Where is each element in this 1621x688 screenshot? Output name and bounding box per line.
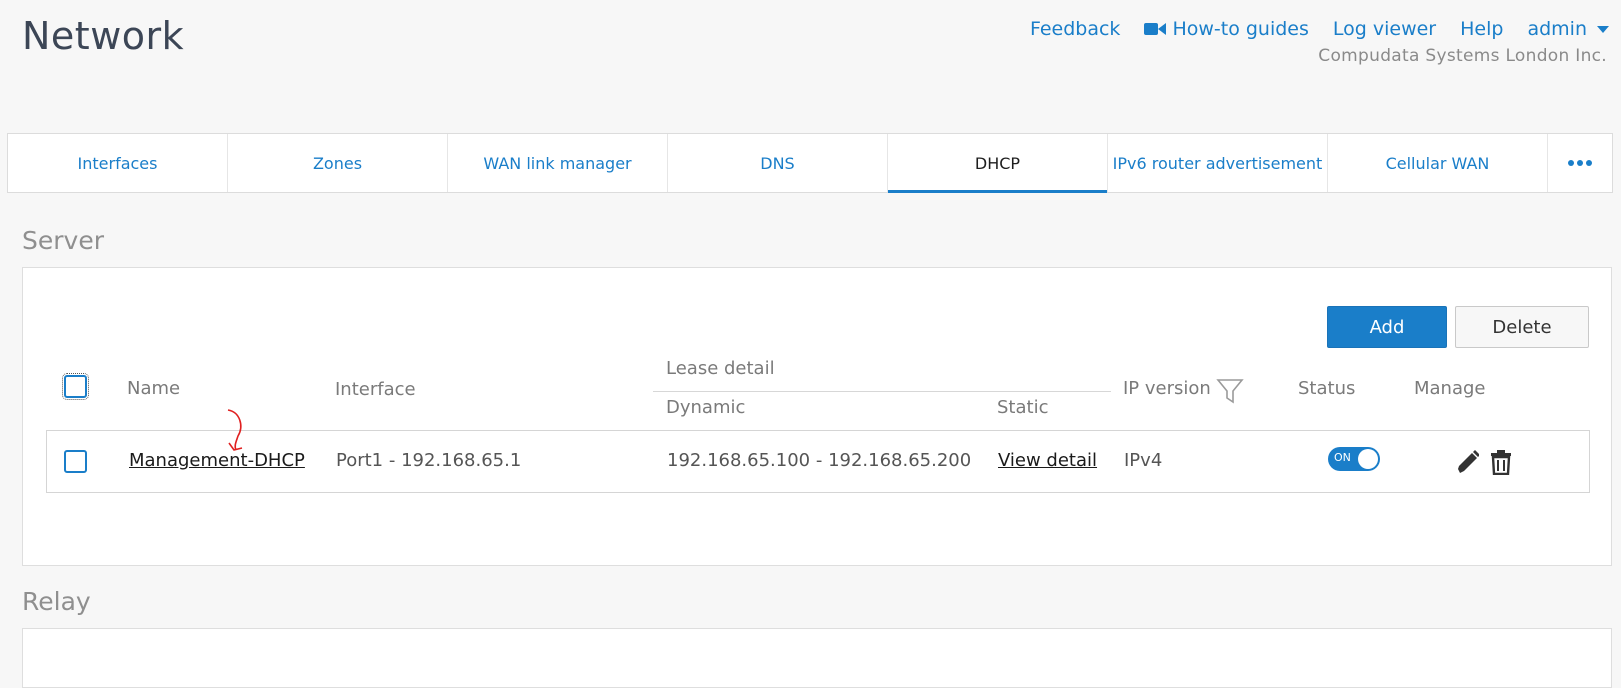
col-static: Static — [997, 397, 1049, 418]
tab-dns[interactable]: DNS — [668, 134, 888, 192]
trash-icon[interactable] — [1490, 449, 1512, 475]
header-links: Feedback How-to guides Log viewer Help a… — [1030, 18, 1609, 40]
select-all-checkbox[interactable] — [62, 373, 89, 400]
col-dynamic: Dynamic — [666, 397, 746, 418]
toggle-knob — [1358, 449, 1378, 469]
col-status: Status — [1298, 378, 1356, 399]
relay-panel — [22, 628, 1612, 688]
lease-divider — [653, 391, 1111, 392]
help-label: Help — [1460, 18, 1504, 40]
admin-label: admin — [1527, 18, 1587, 40]
col-interface: Interface — [335, 379, 416, 400]
tab-interfaces[interactable]: Interfaces — [8, 134, 228, 192]
row-ip-version: IPv4 — [1124, 450, 1163, 471]
how-to-guides-label: How-to guides — [1172, 18, 1309, 40]
tab-wan-link-manager[interactable]: WAN link manager — [448, 134, 668, 192]
status-toggle[interactable]: ON — [1328, 447, 1380, 471]
toggle-label: ON — [1334, 451, 1351, 464]
tab-dhcp[interactable]: DHCP — [888, 134, 1108, 193]
row-checkbox[interactable] — [64, 450, 87, 473]
feedback-link[interactable]: Feedback — [1030, 18, 1120, 40]
log-viewer-label: Log viewer — [1332, 18, 1437, 40]
col-lease-detail: Lease detail — [666, 358, 775, 379]
how-to-guides-link[interactable]: How-to guides — [1144, 18, 1309, 40]
tab-more[interactable] — [1548, 134, 1612, 192]
add-button[interactable]: Add — [1327, 306, 1447, 348]
tab-bar: Interfaces Zones WAN link manager DNS DH… — [7, 133, 1613, 193]
tab-zones[interactable]: Zones — [228, 134, 448, 192]
pencil-icon[interactable] — [1455, 449, 1479, 475]
row-interface: Port1 - 192.168.65.1 — [336, 450, 522, 471]
caret-down-icon — [1597, 25, 1609, 33]
log-viewer-link[interactable]: Log viewer — [1333, 18, 1436, 40]
col-manage: Manage — [1414, 378, 1486, 399]
view-detail-link[interactable]: View detail — [998, 450, 1097, 471]
video-camera-icon — [1144, 23, 1167, 35]
feedback-label: Feedback — [1029, 18, 1121, 40]
delete-button[interactable]: Delete — [1455, 306, 1589, 348]
help-link[interactable]: Help — [1460, 18, 1503, 40]
tab-ipv6-router-advertisement[interactable]: IPv6 router advertisement — [1108, 134, 1328, 192]
page-title: Network — [22, 14, 185, 58]
server-section-title: Server — [22, 226, 104, 255]
tab-cellular-wan[interactable]: Cellular WAN — [1328, 134, 1548, 192]
relay-section-title: Relay — [22, 587, 91, 616]
annotation-arrow-icon — [227, 409, 243, 451]
row-dynamic-range: 192.168.65.100 - 192.168.65.200 — [667, 450, 972, 471]
server-panel: Add Delete Name Interface Lease detail D… — [22, 267, 1612, 566]
col-ip-version: IP version — [1123, 378, 1211, 399]
company-name: Compudata Systems London Inc. — [1318, 46, 1607, 66]
filter-icon[interactable] — [1216, 378, 1244, 404]
table-row: Management-DHCP Port1 - 192.168.65.1 192… — [46, 430, 1590, 493]
more-dots-icon — [1568, 160, 1592, 166]
row-name-link[interactable]: Management-DHCP — [129, 450, 305, 471]
admin-menu[interactable]: admin — [1527, 18, 1609, 40]
col-name: Name — [127, 378, 181, 399]
